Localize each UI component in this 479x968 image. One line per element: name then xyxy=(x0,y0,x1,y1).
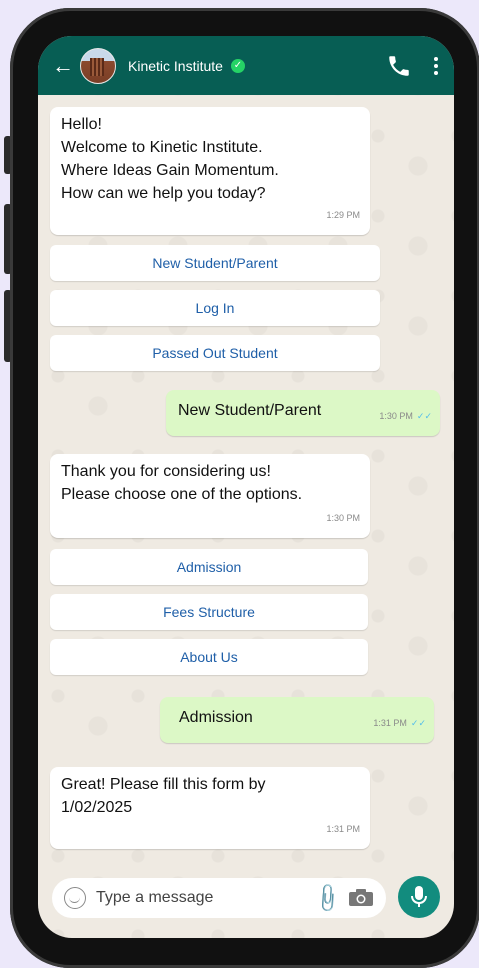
message-time: 1:30 PM xyxy=(326,513,360,523)
quick-reply-admission[interactable]: Admission xyxy=(50,549,368,585)
camera-icon[interactable] xyxy=(348,889,374,907)
quick-reply-new-student[interactable]: New Student/Parent xyxy=(50,245,380,281)
incoming-message-welcome: Hello! Welcome to Kinetic Institute. Whe… xyxy=(50,107,370,235)
contact-name[interactable]: Kinetic Institute xyxy=(128,58,223,74)
phone-call-icon[interactable] xyxy=(386,53,412,79)
message-text: Great! Please fill this form by 1/02/202… xyxy=(61,776,266,816)
outgoing-message-new-student: New Student/Parent 1:30 PM ✓✓ xyxy=(166,390,440,436)
back-arrow-icon[interactable]: ← xyxy=(52,54,74,77)
microphone-icon xyxy=(411,886,427,907)
incoming-message-form: Great! Please fill this form by 1/02/202… xyxy=(50,767,370,849)
message-text: Hello! Welcome to Kinetic Institute. Whe… xyxy=(61,116,279,202)
message-time: 1:31 PM ✓✓ xyxy=(373,718,426,728)
message-time: 1:31 PM xyxy=(326,824,360,834)
incoming-message-thanks: Thank you for considering us! Please cho… xyxy=(50,454,370,538)
outgoing-message-admission: Admission 1:31 PM ✓✓ xyxy=(160,697,434,743)
quick-reply-passed-out[interactable]: Passed Out Student xyxy=(50,335,380,371)
more-options-icon[interactable] xyxy=(434,56,438,75)
message-time: 1:29 PM xyxy=(326,210,360,220)
quick-reply-about-us[interactable]: About Us xyxy=(50,639,368,675)
verified-badge-icon: ✓ xyxy=(230,58,245,73)
message-time: 1:30 PM ✓✓ xyxy=(379,411,432,421)
avatar[interactable] xyxy=(80,47,116,84)
chat-screen: ← Kinetic Institute ✓ Hello! Welcome to … xyxy=(38,36,454,938)
mic-button[interactable] xyxy=(398,876,440,918)
chat-header: ← Kinetic Institute ✓ xyxy=(38,36,454,95)
message-input[interactable]: Type a message xyxy=(96,889,213,907)
message-input-bar[interactable]: Type a message 📎 xyxy=(52,878,386,918)
message-text: Thank you for considering us! Please cho… xyxy=(61,463,303,503)
quick-reply-log-in[interactable]: Log In xyxy=(50,290,380,326)
emoji-icon[interactable] xyxy=(64,887,86,909)
quick-reply-fees-structure[interactable]: Fees Structure xyxy=(50,594,368,630)
read-ticks-icon: ✓✓ xyxy=(416,411,432,421)
read-ticks-icon: ✓✓ xyxy=(410,718,426,728)
attach-icon[interactable]: 📎 xyxy=(310,880,345,915)
